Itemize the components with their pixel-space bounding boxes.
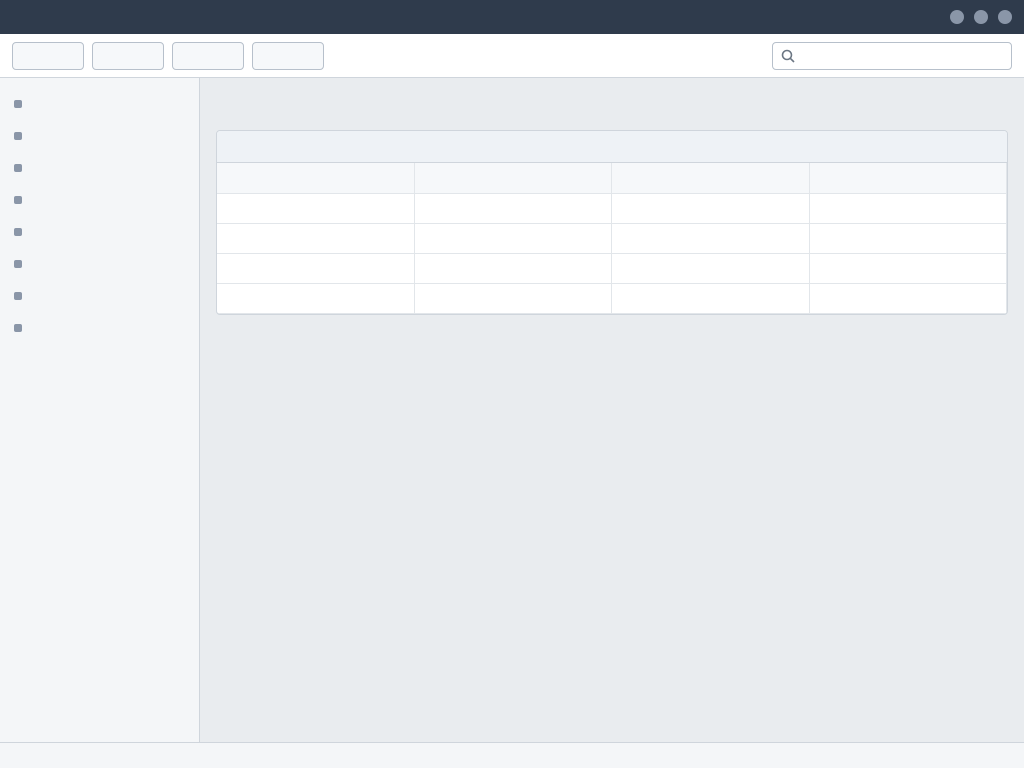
bullet-icon xyxy=(14,324,22,332)
sidebar-item-1[interactable] xyxy=(0,88,199,120)
table-cell xyxy=(217,193,415,224)
column-header[interactable] xyxy=(611,163,810,194)
sidebar-item-3[interactable] xyxy=(0,152,199,184)
table-cell xyxy=(809,283,1007,314)
sidebar xyxy=(0,78,200,742)
toolbar xyxy=(0,34,1024,78)
table-row[interactable] xyxy=(217,253,1007,284)
sidebar-item-2[interactable] xyxy=(0,120,199,152)
search-box xyxy=(772,41,1012,70)
app-window xyxy=(0,0,1024,768)
maximize-button[interactable] xyxy=(974,10,988,24)
bullet-icon xyxy=(14,196,22,204)
toolbar-button-3[interactable] xyxy=(172,41,244,70)
column-header[interactable] xyxy=(809,163,1007,194)
toolbar-button-2[interactable] xyxy=(92,41,164,70)
table-cell xyxy=(611,283,810,314)
table-cell xyxy=(217,283,415,314)
table-cell xyxy=(414,193,613,224)
table-cell xyxy=(809,253,1007,284)
bullet-icon xyxy=(14,292,22,300)
table-header-row xyxy=(217,163,1007,194)
page-title xyxy=(216,94,1008,118)
table-row[interactable] xyxy=(217,193,1007,224)
sidebar-item-7[interactable] xyxy=(0,280,199,312)
status-bar xyxy=(0,742,1024,768)
sidebar-item-5[interactable] xyxy=(0,216,199,248)
main-panel xyxy=(200,78,1024,742)
table-cell xyxy=(611,253,810,284)
toolbar-button-4[interactable] xyxy=(252,41,324,70)
sidebar-item-6[interactable] xyxy=(0,248,199,280)
panel-title xyxy=(217,131,1007,163)
bullet-icon xyxy=(14,260,22,268)
column-header[interactable] xyxy=(217,163,415,194)
table-cell xyxy=(217,253,415,284)
data-panel xyxy=(216,130,1008,315)
content-area xyxy=(0,78,1024,742)
table-row[interactable] xyxy=(217,283,1007,314)
table-cell xyxy=(414,283,613,314)
table-cell xyxy=(611,193,810,224)
data-table xyxy=(217,163,1007,314)
table-cell xyxy=(611,223,810,254)
table-cell xyxy=(414,253,613,284)
column-header[interactable] xyxy=(414,163,613,194)
table-cell xyxy=(414,223,613,254)
sidebar-item-4[interactable] xyxy=(0,184,199,216)
title-bar xyxy=(0,0,1024,34)
search-input[interactable] xyxy=(801,48,1003,63)
close-button[interactable] xyxy=(998,10,1012,24)
bullet-icon xyxy=(14,164,22,172)
table-cell xyxy=(809,193,1007,224)
minimize-button[interactable] xyxy=(950,10,964,24)
toolbar-button-1[interactable] xyxy=(12,41,84,70)
table-cell xyxy=(809,223,1007,254)
sidebar-item-8[interactable] xyxy=(0,312,199,344)
bullet-icon xyxy=(14,228,22,236)
table-cell xyxy=(217,223,415,254)
search-icon xyxy=(781,49,795,63)
bullet-icon xyxy=(14,100,22,108)
table-row[interactable] xyxy=(217,223,1007,254)
bullet-icon xyxy=(14,132,22,140)
